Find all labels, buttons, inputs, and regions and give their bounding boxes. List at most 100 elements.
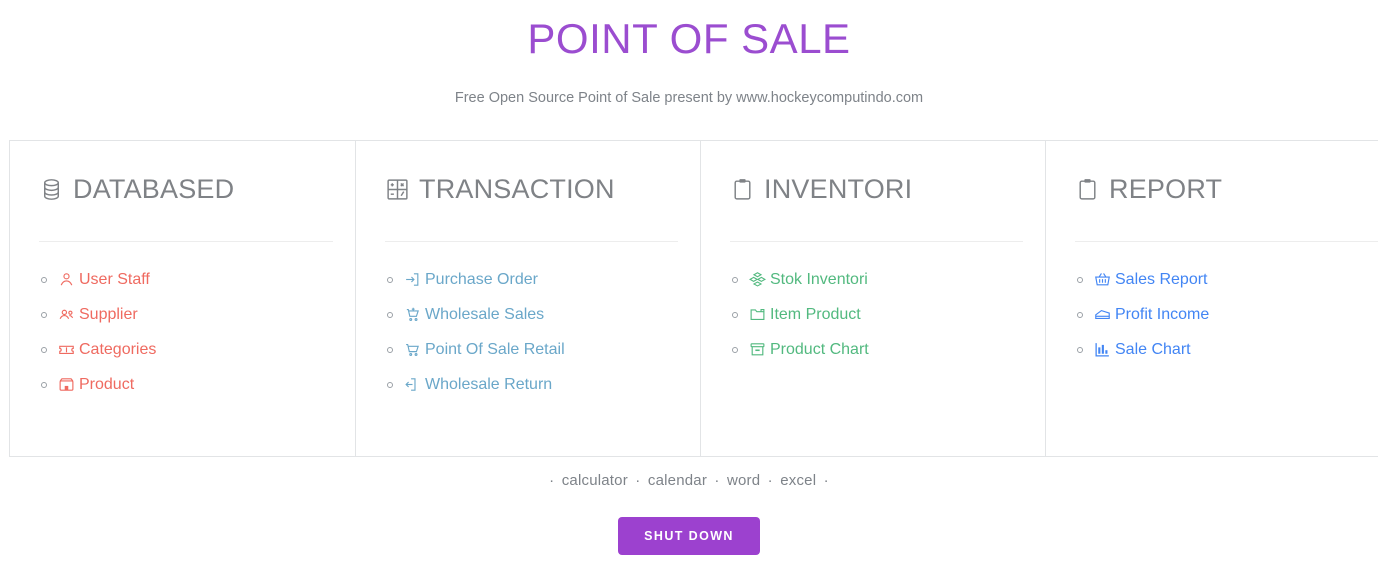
list-item: User Staff (10, 262, 355, 297)
menu-column-transaction: TRANSACTION Purchase Order Wholesale Sal… (356, 141, 701, 456)
column-header-inventori: INVENTORI (701, 169, 1045, 209)
menu-link-label: Sales Report (1115, 270, 1208, 288)
footer-link-word[interactable]: word (727, 472, 760, 489)
bullet-icon (387, 346, 393, 353)
menu-column-inventori: INVENTORI Stok Inventori Item Product Pr… (701, 141, 1046, 456)
menu-link-label: Stok Inventori (770, 270, 868, 288)
bullet-icon (1077, 346, 1083, 353)
list-item: Product Chart (701, 332, 1045, 367)
menu-link-profit-income[interactable]: Profit Income (1094, 306, 1209, 324)
menu-column-report: REPORT Sales Report Profit Income Sale C… (1046, 141, 1378, 456)
column-title: DATABASED (73, 173, 235, 204)
menu-list-report: Sales Report Profit Income Sale Chart (1046, 242, 1378, 367)
menu-link-wholesale-sales[interactable]: Wholesale Sales (404, 306, 544, 324)
menu-link-sale-chart[interactable]: Sale Chart (1094, 341, 1191, 359)
clipboard-icon (1075, 177, 1100, 202)
list-item: Sale Chart (1046, 332, 1378, 367)
column-header-report: REPORT (1046, 169, 1378, 209)
bullet-icon (387, 381, 393, 388)
menu-link-sales-report[interactable]: Sales Report (1094, 271, 1208, 289)
database-icon (39, 177, 64, 202)
menu-link-supplier[interactable]: Supplier (58, 306, 138, 324)
column-title: REPORT (1109, 173, 1223, 204)
menu-link-point-of-sale-retail[interactable]: Point Of Sale Retail (404, 341, 565, 359)
cart-plus-icon (404, 306, 421, 323)
bullet-icon (732, 276, 738, 283)
menu-list-inventori: Stok Inventori Item Product Product Char… (701, 242, 1045, 367)
list-item: Sales Report (1046, 262, 1378, 297)
calculator-icon (385, 177, 410, 202)
menu-column-databased: DATABASED User Staff Supplier Categories… (10, 141, 356, 456)
list-item: Point Of Sale Retail (356, 332, 700, 367)
footer-link-excel[interactable]: excel (780, 472, 816, 489)
bullet-icon (1077, 311, 1083, 318)
footer-trail-bullet: · (823, 472, 829, 489)
menu-link-label: Purchase Order (425, 270, 538, 288)
list-item: Purchase Order (356, 262, 700, 297)
bullet-icon (41, 311, 47, 318)
menu-link-user-staff[interactable]: User Staff (58, 271, 150, 289)
footer-separator: · (767, 472, 773, 489)
menu-link-label: User Staff (79, 270, 150, 288)
menu-link-label: Product (79, 375, 135, 393)
page-subtitle: Free Open Source Point of Sale present b… (454, 90, 924, 106)
bullet-icon (41, 346, 47, 353)
menu-link-label: Product Chart (770, 340, 869, 358)
boxes-stack-icon (749, 271, 766, 288)
app-root: POINT OF SALE Free Open Source Point of … (0, 0, 1378, 586)
menu-link-label: Point Of Sale Retail (425, 340, 565, 358)
archive-box-icon (749, 341, 766, 358)
box-icon (58, 376, 75, 393)
menu-link-item-product[interactable]: Item Product (749, 306, 861, 324)
menu-link-label: Categories (79, 340, 157, 358)
menu-link-label: Supplier (79, 305, 138, 323)
list-item: Wholesale Sales (356, 297, 700, 332)
list-item: Product (10, 367, 355, 402)
bullet-icon (387, 276, 393, 283)
page-title: POINT OF SALE (527, 15, 851, 62)
ticket-icon (58, 341, 75, 358)
bar-chart-icon (1094, 341, 1111, 358)
shutdown-button-container: SHUT DOWN (0, 517, 1378, 555)
basket-icon (1094, 271, 1111, 288)
bullet-icon (732, 346, 738, 353)
user-icon (58, 271, 75, 288)
menu-list-transaction: Purchase Order Wholesale Sales Point Of … (356, 242, 700, 402)
list-item: Supplier (10, 297, 355, 332)
list-item: Profit Income (1046, 297, 1378, 332)
shutdown-button[interactable]: SHUT DOWN (618, 517, 760, 555)
menu-link-purchase-order[interactable]: Purchase Order (404, 271, 538, 289)
bullet-icon (1077, 276, 1083, 283)
menu-link-product-chart[interactable]: Product Chart (749, 341, 869, 359)
bullet-icon (732, 311, 738, 318)
menu-list-databased: User Staff Supplier Categories Product (10, 242, 355, 402)
footer-links: · calculator · calendar · word · excel · (0, 472, 1378, 489)
menu-link-label: Wholesale Return (425, 375, 553, 393)
shopping-cart-icon (404, 341, 421, 358)
column-header-databased: DATABASED (10, 169, 355, 209)
column-header-transaction: TRANSACTION (356, 169, 700, 209)
list-item: Stok Inventori (701, 262, 1045, 297)
clipboard-icon (730, 177, 755, 202)
footer-separator: · (714, 472, 720, 489)
menu-link-product[interactable]: Product (58, 376, 134, 394)
folder-icon (749, 306, 766, 323)
footer-lead-bullet: · (549, 472, 555, 489)
menu-link-categories[interactable]: Categories (58, 341, 156, 359)
menu-link-wholesale-return[interactable]: Wholesale Return (404, 376, 552, 394)
footer-link-calculator[interactable]: calculator (562, 472, 628, 489)
list-item: Wholesale Return (356, 367, 700, 402)
bullet-icon (41, 381, 47, 388)
bullet-icon (41, 276, 47, 283)
logout-arrow-icon (404, 376, 421, 393)
menu-link-label: Profit Income (1115, 305, 1210, 323)
list-item: Item Product (701, 297, 1045, 332)
money-icon (1094, 306, 1111, 323)
menu-link-label: Sale Chart (1115, 340, 1191, 358)
column-title: INVENTORI (764, 173, 913, 204)
menu-link-stok-inventori[interactable]: Stok Inventori (749, 271, 868, 289)
login-arrow-icon (404, 271, 421, 288)
menu-link-label: Item Product (770, 305, 861, 323)
bullet-icon (387, 311, 393, 318)
footer-link-calendar[interactable]: calendar (648, 472, 707, 489)
